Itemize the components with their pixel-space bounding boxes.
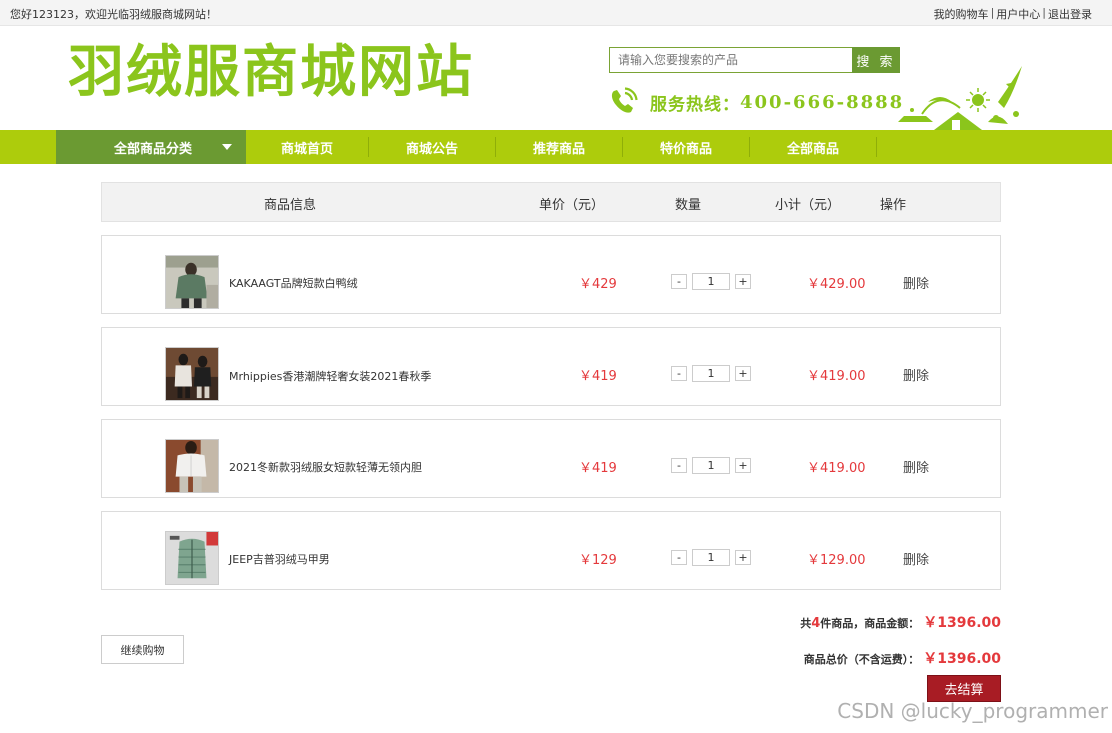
cart-row: 2021冬新款羽绒服女短款轻薄无领内胆 ￥419 - + ￥419.00 删除 bbox=[101, 419, 1001, 498]
quantity-stepper: - + bbox=[671, 365, 751, 382]
product-thumbnail[interactable] bbox=[165, 347, 219, 401]
delete-link[interactable]: 删除 bbox=[903, 457, 929, 476]
search-input[interactable] bbox=[609, 47, 852, 73]
decrease-button[interactable]: - bbox=[671, 550, 687, 565]
header-info: 商品信息 bbox=[264, 198, 317, 213]
header-action: 操作 bbox=[880, 198, 907, 213]
goods-amount: ￥1396.00 bbox=[923, 615, 1001, 631]
cart-row: JEEP吉普羽绒马甲男 ￥129 - + ￥129.00 删除 bbox=[101, 511, 1001, 590]
product-name[interactable]: JEEP吉普羽绒马甲男 bbox=[229, 551, 330, 567]
subtotal: ￥129.00 bbox=[807, 553, 866, 568]
delete-link[interactable]: 删除 bbox=[903, 365, 929, 384]
phone-icon bbox=[611, 87, 638, 113]
quantity-input[interactable] bbox=[692, 457, 730, 474]
link-separator: | bbox=[990, 6, 995, 19]
nav-item-special[interactable]: 特价商品 bbox=[623, 130, 749, 164]
item-count-summary: 共 4 件商品，商品金额： ￥1396.00 bbox=[800, 612, 1001, 632]
all-categories-button[interactable]: 全部商品分类 bbox=[56, 130, 246, 164]
top-bar: 您好123123，欢迎光临羽绒服商城网站！ 我的购物车 | 用户中心 | 退出登… bbox=[0, 0, 1112, 26]
quantity-input[interactable] bbox=[692, 365, 730, 382]
quantity-stepper: - + bbox=[671, 549, 751, 566]
quantity-stepper: - + bbox=[671, 273, 751, 290]
unit-price: ￥429 bbox=[579, 277, 617, 292]
top-links: 我的购物车 | 用户中心 | 退出登录 bbox=[934, 6, 1092, 22]
service-hotline: 服务热线： 400-666-8888 bbox=[608, 86, 904, 118]
nav-item-recommended[interactable]: 推荐商品 bbox=[496, 130, 622, 164]
welcome-text: 您好123123，欢迎光临羽绒服商城网站！ bbox=[10, 8, 217, 21]
nav-divider bbox=[876, 137, 877, 157]
decrease-button[interactable]: - bbox=[671, 458, 687, 473]
item-count: 4 bbox=[811, 616, 821, 631]
product-thumbnail[interactable] bbox=[165, 255, 219, 309]
delete-link[interactable]: 删除 bbox=[903, 273, 929, 292]
user-center-link[interactable]: 用户中心 bbox=[996, 6, 1040, 22]
continue-shopping-button[interactable]: 继续购物 bbox=[101, 635, 184, 664]
cart-row: KAKAAGT品牌短款白鸭绒 ￥429 - + ￥429.00 删除 bbox=[101, 235, 1001, 314]
watermark: CSDN @lucky_programmer bbox=[837, 699, 1108, 723]
all-categories-label: 全部商品分类 bbox=[114, 141, 193, 157]
link-separator: | bbox=[1042, 6, 1046, 19]
unit-price: ￥129 bbox=[579, 553, 617, 568]
my-cart-link[interactable]: 我的购物车 bbox=[934, 6, 989, 22]
unit-price: ￥419 bbox=[579, 461, 617, 476]
hotline-label: 服务热线： bbox=[650, 94, 740, 115]
count-suffix: 件商品，商品金额： bbox=[820, 617, 920, 630]
decrease-button[interactable]: - bbox=[671, 366, 687, 381]
header-qty: 数量 bbox=[675, 198, 702, 213]
cart-table-header: 商品信息 单价（元） 数量 小计（元） 操作 bbox=[101, 182, 1001, 222]
increase-button[interactable]: + bbox=[735, 366, 751, 381]
checkout-button[interactable]: 去结算 bbox=[927, 675, 1001, 702]
hotline-number: 400-666-8888 bbox=[740, 91, 905, 113]
subtotal: ￥419.00 bbox=[807, 461, 866, 476]
chevron-down-icon bbox=[222, 144, 232, 150]
header-subtotal: 小计（元） bbox=[775, 198, 841, 213]
decrease-button[interactable]: - bbox=[671, 274, 687, 289]
main-nav: 全部商品分类 商城首页 商城公告 推荐商品 特价商品 全部商品 bbox=[0, 130, 1112, 164]
site-logo[interactable]: 羽绒服商城网站 bbox=[68, 40, 474, 106]
header-price: 单价（元） bbox=[539, 198, 605, 213]
nav-item-all[interactable]: 全部商品 bbox=[750, 130, 876, 164]
product-name[interactable]: KAKAAGT品牌短款白鸭绒 bbox=[229, 275, 358, 291]
subtotal: ￥429.00 bbox=[807, 277, 866, 292]
cart-row: Mrhippies香港潮牌轻奢女装2021春秋季 ￥419 - + ￥419.0… bbox=[101, 327, 1001, 406]
delete-link[interactable]: 删除 bbox=[903, 549, 929, 568]
nav-item-home[interactable]: 商城首页 bbox=[246, 130, 368, 164]
nav-item-notice[interactable]: 商城公告 bbox=[369, 130, 495, 164]
product-name[interactable]: Mrhippies香港潮牌轻奢女装2021春秋季 bbox=[229, 368, 431, 384]
product-name[interactable]: 2021冬新款羽绒服女短款轻薄无领内胆 bbox=[229, 459, 422, 475]
header-decoration bbox=[898, 66, 1022, 130]
product-thumbnail[interactable] bbox=[165, 439, 219, 493]
unit-price: ￥419 bbox=[579, 369, 617, 384]
count-prefix: 共 bbox=[800, 617, 812, 630]
total-label: 商品总价（不含运费）： bbox=[803, 653, 920, 666]
quantity-input[interactable] bbox=[692, 549, 730, 566]
increase-button[interactable]: + bbox=[735, 274, 751, 289]
quantity-input[interactable] bbox=[692, 273, 730, 290]
product-thumbnail[interactable] bbox=[165, 531, 219, 585]
search-bar: 搜 索 bbox=[609, 47, 900, 73]
total-summary: 商品总价（不含运费）： ￥1396.00 bbox=[804, 648, 1001, 668]
subtotal: ￥419.00 bbox=[807, 369, 866, 384]
total-amount: ￥1396.00 bbox=[923, 651, 1001, 667]
increase-button[interactable]: + bbox=[735, 550, 751, 565]
logout-link[interactable]: 退出登录 bbox=[1048, 6, 1092, 22]
quantity-stepper: - + bbox=[671, 457, 751, 474]
increase-button[interactable]: + bbox=[735, 458, 751, 473]
